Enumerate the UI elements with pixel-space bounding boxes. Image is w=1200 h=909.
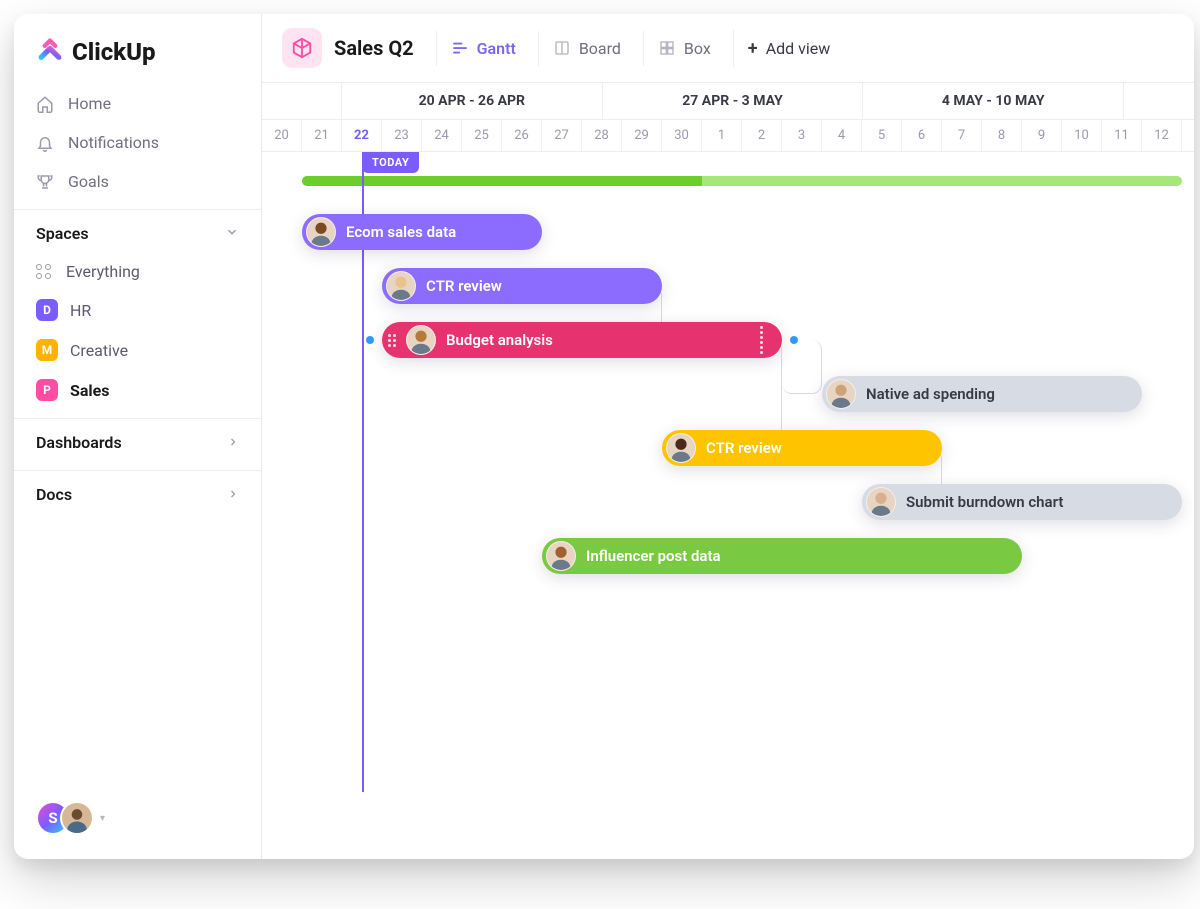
task-label: Submit burndown chart [906,493,1063,511]
app-name: ClickUp [72,38,156,66]
task-bar[interactable]: Influencer post data [542,538,1022,574]
view-gantt[interactable]: Gantt [436,31,530,66]
view-board[interactable]: Board [538,31,635,66]
space-sales[interactable]: P Sales [14,370,261,410]
day-cell: 28 [582,120,622,151]
main-panel: Sales Q2 Gantt Board Box [262,14,1194,859]
task-bar[interactable]: Budget analysis [382,322,782,358]
week-label: 27 APR - 3 MAY [603,83,864,119]
board-icon [553,39,571,57]
task-label: Ecom sales data [346,223,456,241]
logo[interactable]: ClickUp [14,34,261,84]
task-label: Native ad spending [866,385,995,403]
day-cell: 5 [862,120,902,151]
task-bar[interactable]: Submit burndown chart [862,484,1182,520]
day-cell: 1 [702,120,742,151]
task-bar[interactable]: CTR review [382,268,662,304]
section-dashboards[interactable]: Dashboards [14,418,261,462]
day-cell: 2 [742,120,782,151]
day-cell: 4 [822,120,862,151]
gantt-chart: 20 APR - 26 APR 27 APR - 3 MAY 4 MAY - 1… [262,83,1194,859]
user-menu[interactable]: S ▾ [14,791,261,845]
day-cell: 27 [542,120,582,151]
nav-notifications[interactable]: Notifications [14,123,261,162]
day-cell: 7 [942,120,982,151]
task-label: CTR review [706,439,782,457]
week-label: 20 APR - 26 APR [342,83,603,119]
sidebar: ClickUp Home Notifications Goals Spaces [14,14,262,859]
space-badge: D [36,299,58,321]
day-cell: 21 [302,120,342,151]
space-title[interactable]: Sales Q2 [282,28,428,68]
space-everything[interactable]: Everything [14,253,261,290]
everything-icon [36,264,54,279]
space-badge: M [36,339,58,361]
task-label: Influencer post data [586,547,721,565]
assignee-avatar [406,325,436,355]
assignee-avatar [306,217,336,247]
section-spaces[interactable]: Spaces [14,209,261,253]
assignee-avatar [386,271,416,301]
chevron-down-icon: ▾ [100,813,105,824]
task-bar[interactable]: Ecom sales data [302,214,542,250]
dependency-line [782,340,822,394]
app-window: ClickUp Home Notifications Goals Spaces [14,14,1194,859]
day-cell: 3 [782,120,822,151]
day-cell: 26 [502,120,542,151]
week-label: 4 MAY - 10 MAY [863,83,1124,119]
assignee-avatar [826,379,856,409]
home-icon [36,95,54,113]
avatar-photo [60,801,94,835]
bell-icon [36,134,54,152]
day-cell: 9 [1022,120,1062,151]
box-icon [658,39,676,57]
chevron-right-icon [227,433,239,452]
day-cell: 6 [902,120,942,151]
view-box[interactable]: Box [643,31,725,66]
add-view-button[interactable]: + Add view [733,30,845,67]
section-docs[interactable]: Docs [14,470,261,514]
nav-goals[interactable]: Goals [14,162,261,201]
day-cell: 10 [1062,120,1102,151]
dependency-dot[interactable] [790,336,798,344]
plus-icon: + [748,38,758,59]
space-badge: P [36,379,58,401]
task-bar[interactable]: Native ad spending [822,376,1142,412]
nav-home[interactable]: Home [14,84,261,123]
task-label: CTR review [426,277,502,295]
dependency-dot[interactable] [366,336,374,344]
gantt-icon [451,39,469,57]
assignee-avatar [866,487,896,517]
day-cell: 23 [382,120,422,151]
today-badge: TODAY [362,152,419,173]
drag-handle-icon[interactable] [758,326,768,354]
drag-handle-icon[interactable] [386,334,396,347]
clickup-logo-icon [36,38,64,66]
day-cell: 20 [262,120,302,151]
chevron-right-icon [227,485,239,504]
task-bar[interactable]: CTR review [662,430,942,466]
space-creative[interactable]: M Creative [14,330,261,370]
day-cell: 8 [982,120,1022,151]
day-cell: 29 [622,120,662,151]
cube-icon [282,28,322,68]
task-label: Budget analysis [446,331,553,349]
day-header: 2021222324252627282930123456789101112 [262,120,1194,152]
day-cell: 25 [462,120,502,151]
assignee-avatar [666,433,696,463]
gantt-area[interactable]: TODAY Ecom sales data CTR review Budget ana… [262,152,1194,792]
day-cell: 30 [662,120,702,151]
topbar: Sales Q2 Gantt Board Box [262,14,1194,83]
trophy-icon [36,173,54,191]
day-cell: 12 [1142,120,1182,151]
day-cell: 11 [1102,120,1142,151]
chevron-down-icon [225,224,239,243]
day-cell: 22 [342,120,382,151]
day-cell: 24 [422,120,462,151]
assignee-avatar [546,541,576,571]
space-hr[interactable]: D HR [14,290,261,330]
week-header: 20 APR - 26 APR 27 APR - 3 MAY 4 MAY - 1… [262,83,1194,120]
